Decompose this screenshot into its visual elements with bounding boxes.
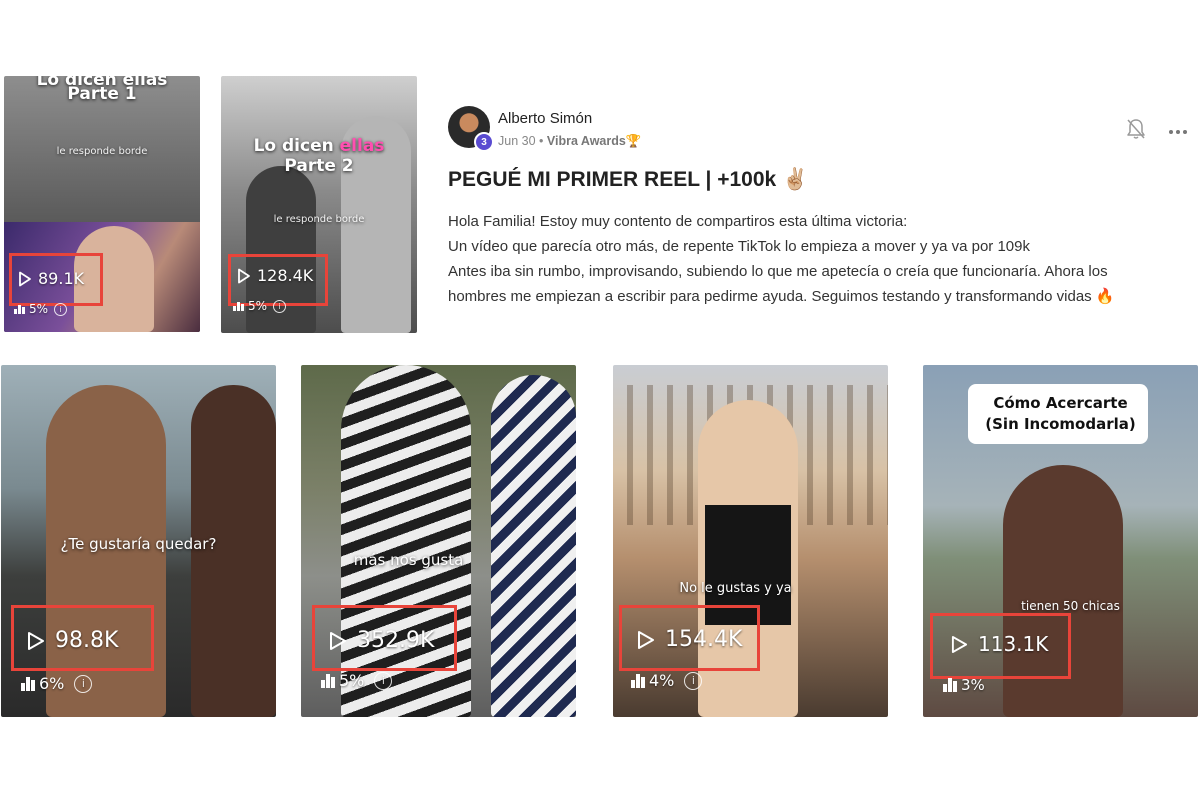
video-thumb-2[interactable]: Lo dicen ellas Parte 2 le responde borde… — [221, 76, 417, 333]
bar-chart-icon — [321, 673, 335, 688]
highlight-box — [619, 605, 760, 671]
highlight-box — [312, 605, 457, 671]
info-icon[interactable]: i — [374, 671, 393, 690]
video-thumb-6[interactable]: Cómo Acercarte (Sin Incomodarla) tienen … — [923, 365, 1198, 717]
video-thumb-3[interactable]: ¿Te gustaría quedar? 98.8K 6% i — [1, 365, 276, 717]
highlight-box — [11, 605, 154, 671]
thumb-title-accent: ellas — [339, 136, 385, 156]
engagement-stat: 3% — [943, 676, 985, 694]
info-icon[interactable]: i — [54, 302, 68, 316]
video-thumb-5[interactable]: No le gustas y ya 154.4K 4% i — [613, 365, 888, 717]
thumb-title-line2: Parte 1 — [67, 84, 137, 104]
engagement-value: 5% — [29, 302, 49, 316]
bar-chart-icon — [14, 304, 25, 314]
thumb-title-line1: Cómo Acercarte — [993, 394, 1128, 412]
post-title[interactable]: PEGUÉ MI PRIMER REEL | +100k ✌🏼 — [448, 168, 808, 192]
thumb-caption: le responde borde — [273, 214, 365, 225]
engagement-value: 5% — [248, 299, 268, 313]
post-body-line: Un vídeo que parecía otro más, de repent… — [448, 238, 1030, 255]
bar-chart-icon — [21, 676, 35, 691]
engagement-stat: 5% i — [233, 299, 287, 313]
highlight-box — [9, 253, 103, 306]
engagement-stat: 5% i — [14, 302, 68, 316]
thumb-title-line2: Parte 2 — [284, 156, 354, 176]
thumb-caption: más nos gusta — [353, 551, 464, 569]
post-date: Jun 30 — [498, 134, 536, 148]
group-name[interactable]: Vibra Awards🏆 — [547, 134, 642, 148]
thumb-title-line2: (Sin Incomodarla) — [985, 415, 1136, 433]
thumb-caption: No le gustas y ya — [679, 581, 792, 596]
post-body-line: Hola Familia! Estoy muy contento de comp… — [448, 213, 908, 230]
engagement-stat: 4% i — [631, 671, 703, 690]
bell-icon[interactable] — [1126, 118, 1146, 145]
info-icon[interactable]: i — [273, 299, 287, 313]
engagement-value: 6% — [39, 674, 65, 693]
person-silhouette — [1003, 465, 1123, 717]
post-body-line: hombres me empiezan a escribir para pedi… — [448, 288, 1115, 305]
bar-chart-icon — [233, 301, 244, 311]
thumb-title-badge — [968, 384, 1148, 444]
engagement-value: 4% — [649, 671, 675, 690]
engagement-value: 3% — [961, 676, 985, 694]
post-meta: Jun 30 • Vibra Awards🏆 — [498, 134, 641, 149]
info-icon[interactable]: i — [684, 671, 703, 690]
person-silhouette — [491, 375, 576, 717]
video-thumb-4[interactable]: más nos gusta 352.9K 5% i — [301, 365, 576, 717]
video-thumb-1[interactable]: Lo dicen ellas Parte 1 le responde borde… — [4, 76, 200, 332]
thumb-title-line1: Lo dicen — [253, 136, 334, 156]
more-options-icon[interactable] — [1168, 122, 1188, 140]
post-body-line: Antes iba sin rumbo, improvisando, subie… — [448, 263, 1108, 280]
engagement-stat: 5% i — [321, 671, 393, 690]
info-icon[interactable]: i — [74, 674, 93, 693]
highlight-box — [930, 613, 1071, 679]
bar-chart-icon — [631, 673, 645, 688]
thumb-caption: le responde borde — [56, 146, 148, 157]
engagement-value: 5% — [339, 671, 365, 690]
engagement-stat: 6% i — [21, 674, 93, 693]
level-badge: 3 — [474, 132, 494, 152]
thumb-caption: tienen 50 chicas — [1021, 599, 1120, 613]
author-name[interactable]: Alberto Simón — [498, 110, 592, 127]
thumb-caption: ¿Te gustaría quedar? — [60, 535, 217, 553]
bar-chart-icon — [943, 678, 957, 692]
post-body: Hola Familia! Estoy muy contento de comp… — [448, 209, 1193, 309]
meta-separator: • — [535, 134, 547, 148]
